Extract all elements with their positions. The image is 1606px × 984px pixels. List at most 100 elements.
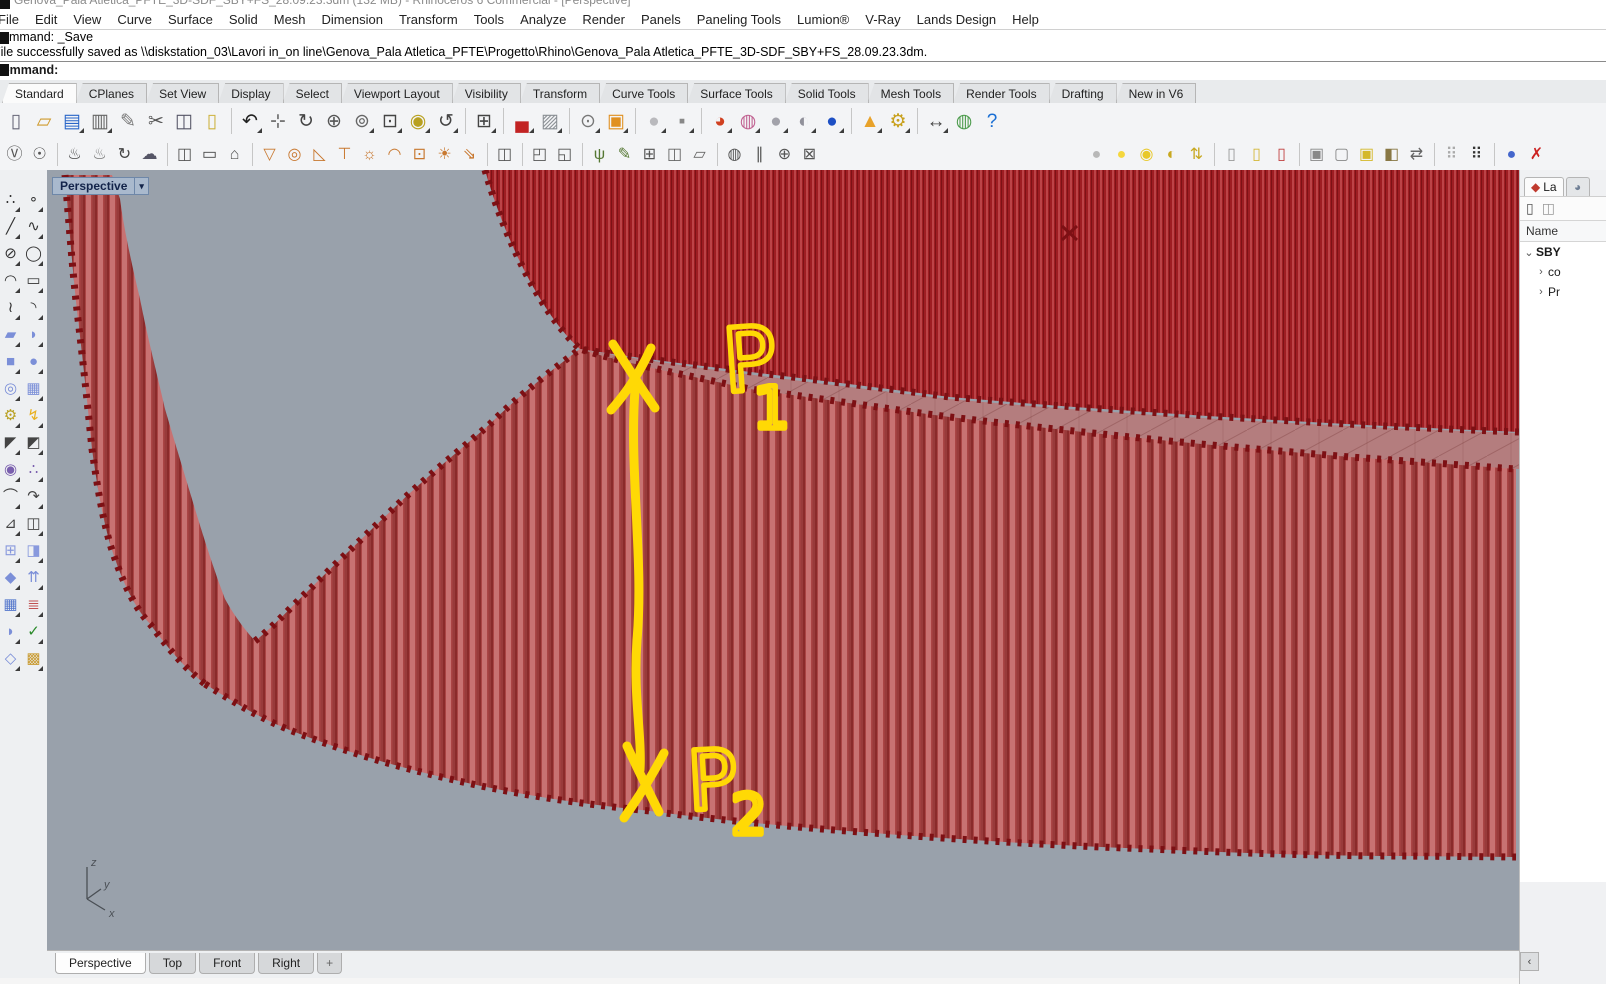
menu-item[interactable]: Curve bbox=[109, 10, 160, 29]
menu-item[interactable]: File bbox=[0, 10, 27, 29]
analyze-distance-icon[interactable]: ⊙ bbox=[569, 108, 601, 134]
control-points-black-icon[interactable]: ⠿ bbox=[1465, 143, 1488, 166]
color-wheel-icon[interactable]: ◍ bbox=[735, 108, 761, 134]
dimension-tool-icon[interactable]: ↔ bbox=[917, 108, 949, 134]
surface-from-points-icon[interactable]: ▰ bbox=[0, 321, 21, 348]
lock-viewport-icon[interactable]: ⊠ bbox=[798, 143, 821, 166]
cut-icon[interactable]: ✂ bbox=[143, 108, 169, 134]
menu-item[interactable]: Render bbox=[574, 10, 633, 29]
lock-invert-icon[interactable]: ◧ bbox=[1380, 143, 1403, 166]
toolbar-group-tab[interactable]: Display bbox=[218, 83, 284, 103]
trim-icon[interactable]: ◤ bbox=[0, 429, 21, 456]
split-icon[interactable]: ◩ bbox=[23, 429, 44, 456]
polyline-icon[interactable]: ╱ bbox=[0, 213, 21, 240]
export-box-icon[interactable]: ◰ bbox=[522, 143, 551, 166]
point-cloud-icon[interactable]: ∴ bbox=[0, 186, 21, 213]
vray-sun-icon[interactable]: ☀ bbox=[433, 143, 456, 166]
grass-fur-icon[interactable]: ψ bbox=[582, 143, 611, 166]
shaded-sphere-icon[interactable]: ● bbox=[763, 108, 789, 134]
leaf-material-icon[interactable]: ✎ bbox=[613, 143, 636, 166]
tab-scroll-left-button[interactable]: ‹ bbox=[1520, 952, 1539, 971]
viewport-canvas[interactable]: P 1 P 2 z y x bbox=[47, 170, 1519, 950]
pan-hand-icon[interactable]: ⊹ bbox=[265, 108, 291, 134]
swap-locks-icon[interactable]: ⇄ bbox=[1405, 143, 1428, 166]
lights-off-bulb-icon[interactable]: ● bbox=[1085, 143, 1108, 166]
named-views-car-icon[interactable]: ▄ bbox=[503, 108, 535, 134]
viewport-tab[interactable]: Right bbox=[258, 953, 315, 974]
paste-icon[interactable]: ▯ bbox=[199, 108, 225, 134]
orient-icon[interactable]: ⊿ bbox=[0, 510, 21, 537]
vray-sphere-light-icon[interactable]: ⊡ bbox=[408, 143, 431, 166]
toolbar-group-tab[interactable]: New in V6 bbox=[1115, 83, 1197, 103]
menu-item[interactable]: Dimension bbox=[314, 10, 391, 29]
viewport-tab[interactable]: + bbox=[317, 953, 343, 974]
vray-directional-light-icon[interactable]: ⇘ bbox=[458, 143, 481, 166]
layer-object-page-icon[interactable]: ▯ bbox=[1245, 143, 1268, 166]
zoom-in-icon[interactable]: ⊕ bbox=[321, 108, 347, 134]
object-snap-shapes-icon[interactable]: ▣ bbox=[603, 108, 629, 134]
rotate-view-icon[interactable]: ↻ bbox=[293, 108, 319, 134]
zoom-extents-icon[interactable]: ⊡ bbox=[377, 108, 403, 134]
menu-item[interactable]: Mesh bbox=[266, 10, 314, 29]
chevron-icon[interactable]: › bbox=[1534, 266, 1548, 278]
lights-on-bulb-icon[interactable]: ● bbox=[1110, 143, 1133, 166]
viewport-tab[interactable]: Front bbox=[199, 953, 256, 974]
zoom-selected-icon[interactable]: ◉ bbox=[405, 108, 431, 134]
layer-material-page-icon[interactable]: ▯ bbox=[1270, 143, 1293, 166]
invert-lights-bulb-icon[interactable]: ◐ bbox=[1160, 143, 1183, 166]
light-bulb-icon[interactable]: ● bbox=[635, 108, 667, 134]
colorwheel-pick-icon[interactable]: ◍ bbox=[717, 143, 746, 166]
arc-icon[interactable]: ◠ bbox=[0, 267, 21, 294]
render-window-icon[interactable]: ▭ bbox=[198, 143, 221, 166]
copy-pages-icon[interactable]: ◫ bbox=[663, 143, 686, 166]
surface-tools-icon[interactable]: ◇ bbox=[0, 645, 21, 672]
mesh-window-icon[interactable]: ⊞ bbox=[638, 143, 661, 166]
points-on-icon[interactable]: ● bbox=[1494, 143, 1523, 166]
box-solid-icon[interactable]: ■ bbox=[0, 348, 21, 375]
undo-view-icon[interactable]: ↺ bbox=[433, 108, 459, 134]
batch-render-icon[interactable]: ⌂ bbox=[223, 143, 246, 166]
vray-plane-light-icon[interactable]: ▽ bbox=[252, 143, 281, 166]
toolbar-group-tab[interactable]: Transform bbox=[519, 83, 601, 103]
menu-item[interactable]: Paneling Tools bbox=[689, 10, 789, 29]
point-group-icon[interactable]: ∴ bbox=[23, 456, 44, 483]
array-linear-icon[interactable]: ≣ bbox=[23, 591, 44, 618]
select-lights-bulb-icon[interactable]: ◉ bbox=[1135, 143, 1158, 166]
render-last-icon[interactable]: ↻ bbox=[113, 143, 136, 166]
new-layer-icon[interactable]: ▯ bbox=[1526, 200, 1534, 217]
mesh-surface-icon[interactable]: ▦ bbox=[23, 375, 44, 402]
tab-display-icon[interactable]: ◕ bbox=[1565, 177, 1590, 196]
toolbar-group-tab[interactable]: Solid Tools bbox=[784, 83, 869, 103]
viewport-title-dropdown[interactable]: Perspective ▾ bbox=[52, 177, 149, 195]
target-move-icon[interactable]: ⊕ bbox=[773, 143, 796, 166]
check-validate-icon[interactable]: ✓ bbox=[23, 618, 44, 645]
menu-item[interactable]: V-Ray bbox=[857, 10, 908, 29]
toolbar-group-tab[interactable]: CPlanes bbox=[75, 83, 148, 103]
command-history[interactable]: Command: _Save File successfully saved a… bbox=[0, 29, 1606, 62]
array-grid-icon[interactable]: ▦ bbox=[0, 591, 21, 618]
blend-surface-icon[interactable]: ◗ bbox=[0, 618, 21, 645]
viewport-tab[interactable]: Perspective bbox=[55, 953, 146, 974]
lock-open-icon[interactable]: ▢ bbox=[1330, 143, 1353, 166]
save-icon[interactable]: ▤ bbox=[59, 108, 85, 134]
menu-item[interactable]: Solid bbox=[221, 10, 266, 29]
render-teapot-icon[interactable]: ♨ bbox=[57, 143, 86, 166]
swap-lights-icon[interactable]: ⇅ bbox=[1185, 143, 1208, 166]
copy-icon[interactable]: ◫ bbox=[171, 108, 197, 134]
toolbar-group-tab[interactable]: Render Tools bbox=[953, 83, 1050, 103]
menu-item[interactable]: Transform bbox=[391, 10, 466, 29]
vray-cone-light-icon[interactable]: ◺ bbox=[308, 143, 331, 166]
spheres-solid-icon[interactable]: ● bbox=[23, 348, 44, 375]
vray-ring-light-icon[interactable]: ◎ bbox=[283, 143, 306, 166]
layer-tree-row[interactable]: › co bbox=[1520, 262, 1606, 282]
chevron-icon[interactable]: ⌄ bbox=[1522, 246, 1536, 259]
viewport-tab[interactable]: Top bbox=[148, 953, 197, 974]
perspective-viewport[interactable]: Perspective ▾ P 1 P 2 z y x bbox=[47, 170, 1519, 950]
torus-icon[interactable]: ◎ bbox=[0, 375, 21, 402]
toolbar-group-tab[interactable]: Set View bbox=[146, 83, 220, 103]
menu-item[interactable]: Tools bbox=[466, 10, 512, 29]
toolbar-group-tab[interactable]: Surface Tools bbox=[687, 83, 786, 103]
earth-render-icon[interactable]: ◍ bbox=[951, 108, 977, 134]
annotate-icon[interactable]: ✎ bbox=[115, 108, 141, 134]
rebuild-curve-icon[interactable]: ↷ bbox=[23, 483, 44, 510]
